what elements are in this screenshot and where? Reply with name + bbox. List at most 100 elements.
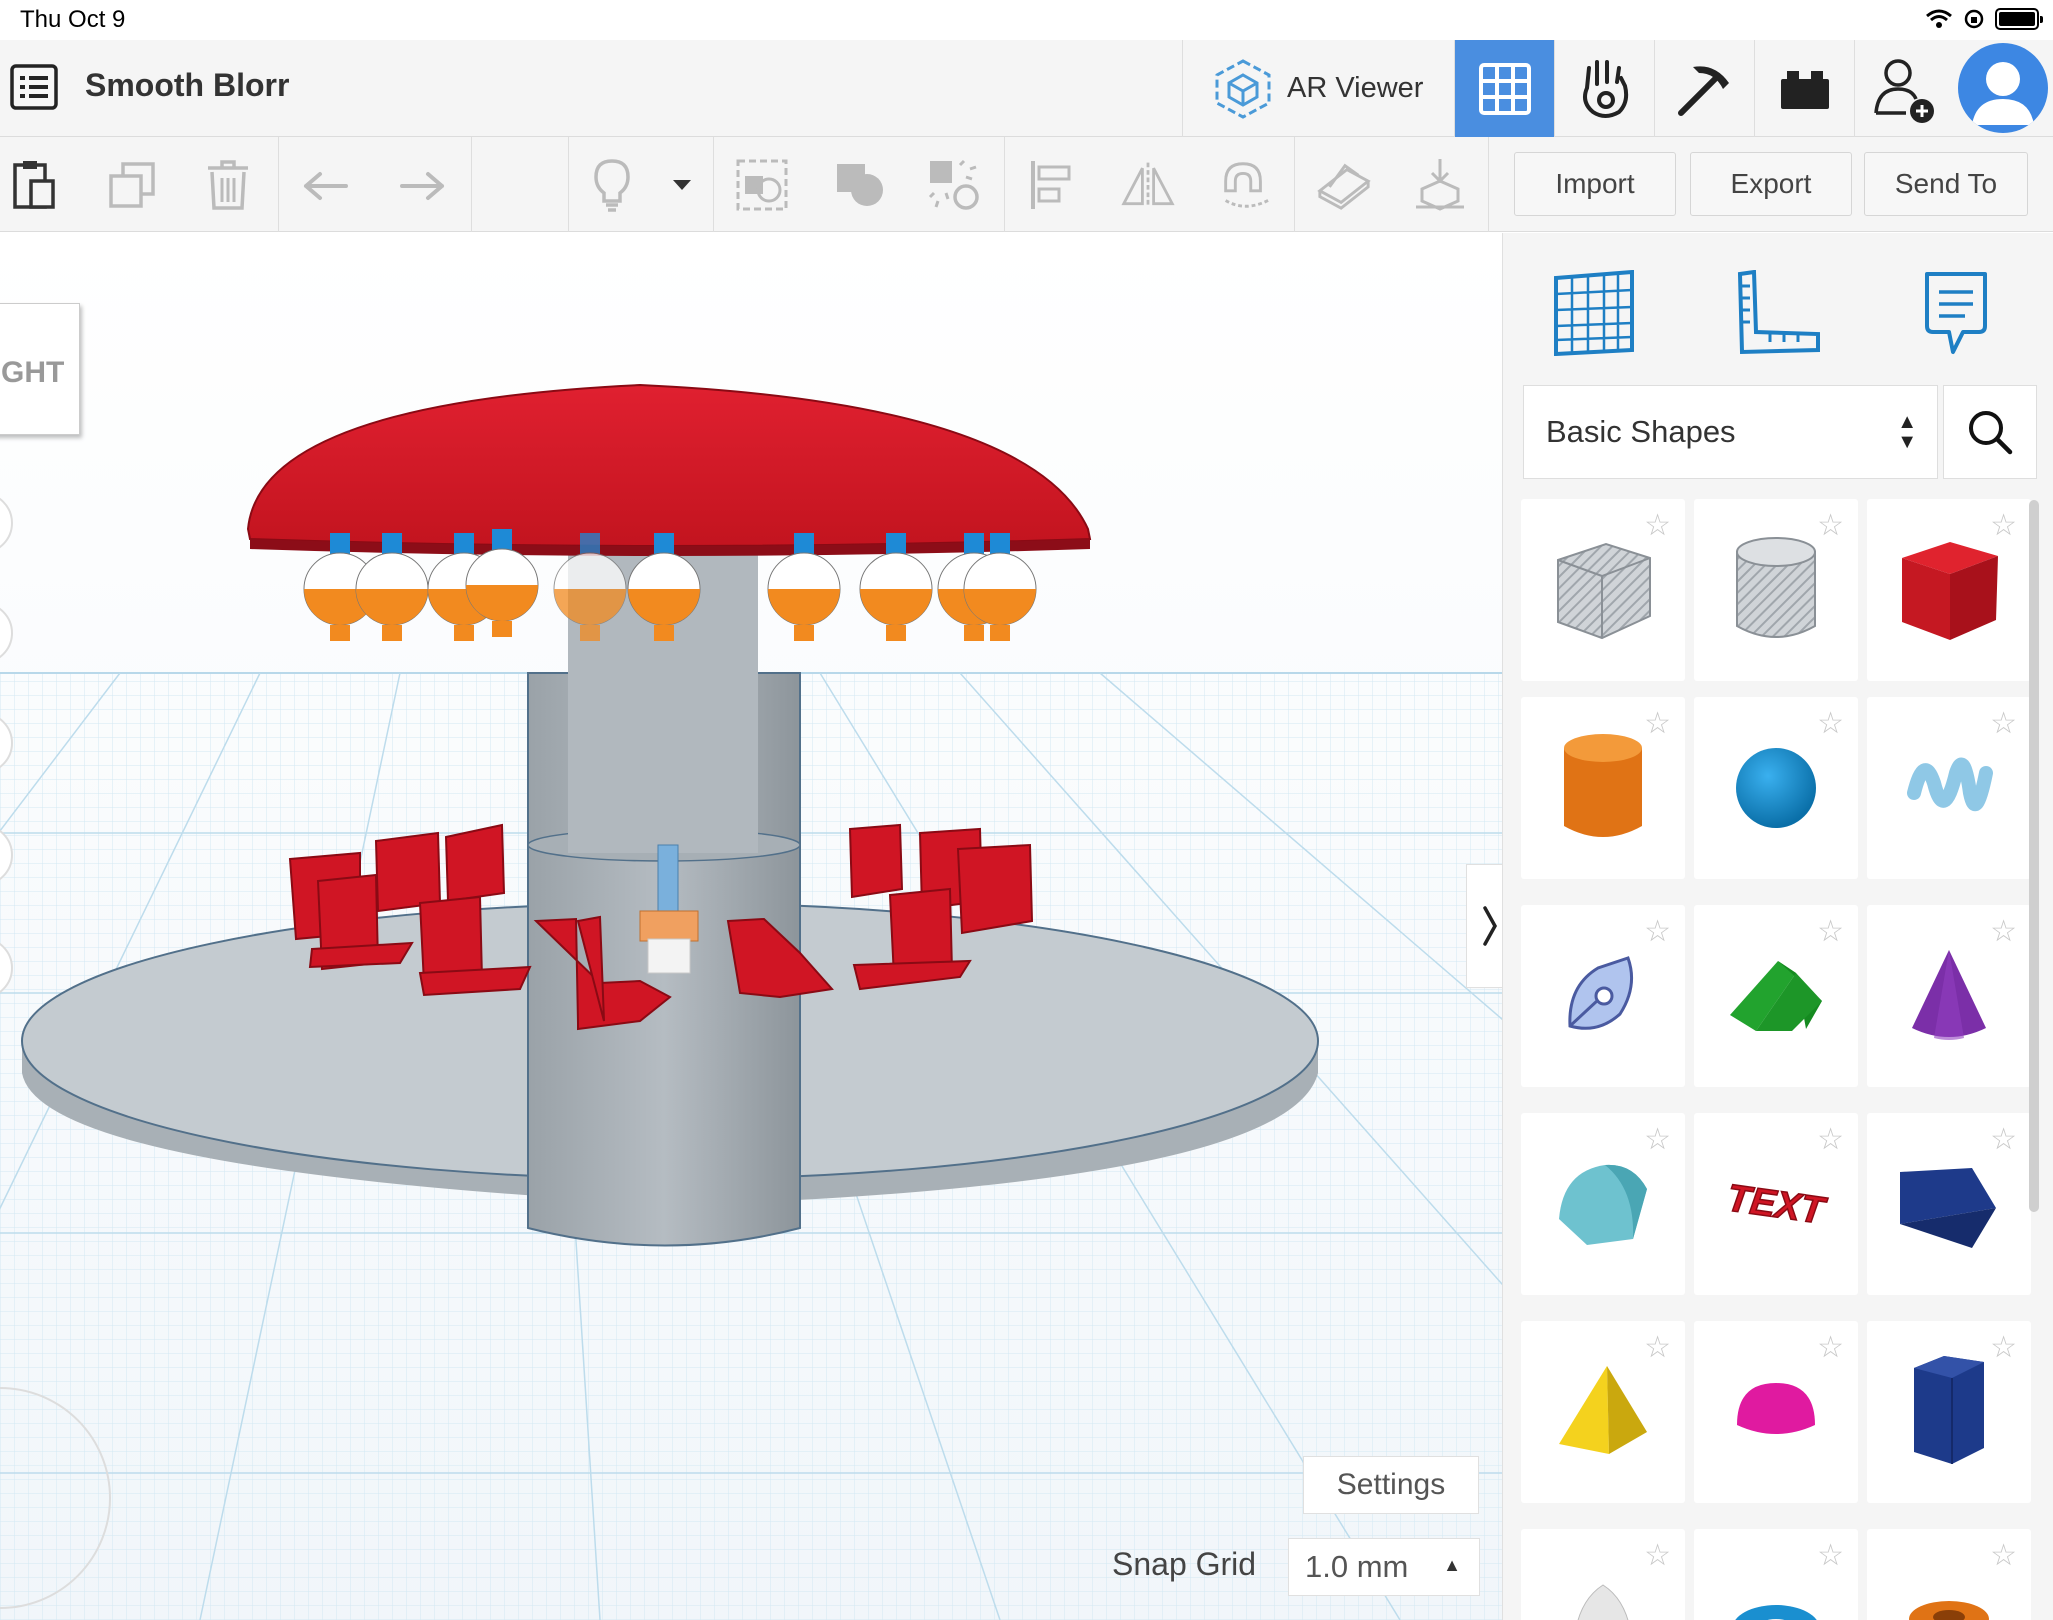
undo-button[interactable] — [298, 157, 354, 213]
favorite-star-icon[interactable]: ☆ — [1990, 917, 2017, 947]
redo-button[interactable] — [394, 157, 450, 213]
send-to-button[interactable]: Send To — [1864, 152, 2028, 216]
torus-icon — [1735, 1605, 1817, 1620]
ruler-tool-button[interactable] — [1723, 258, 1833, 368]
snap-button[interactable] — [1216, 157, 1272, 213]
show-all-button[interactable] — [584, 157, 640, 213]
shape-library-value: Basic Shapes — [1546, 414, 1736, 449]
shape-tile-shape-generator[interactable]: ☆ — [1521, 905, 1685, 1087]
shape-tile-torus[interactable]: ☆ — [1694, 1529, 1858, 1620]
favorite-star-icon[interactable]: ☆ — [1644, 917, 1671, 947]
delete-button[interactable] — [200, 157, 256, 213]
scene — [0, 233, 1502, 1620]
shape-panel-scrollbar[interactable] — [2029, 500, 2039, 1212]
mirror-button[interactable] — [1120, 157, 1176, 213]
shape-tile-box[interactable]: ☆ — [1867, 499, 2031, 681]
lego-bricks-view-button[interactable] — [1754, 40, 1854, 137]
shape-tile-scribble[interactable]: ☆ — [1867, 697, 2031, 879]
shape-tile-pyramid[interactable]: ☆ — [1521, 1321, 1685, 1503]
half-sphere-icon — [1737, 1383, 1815, 1434]
polygon-icon — [1914, 1356, 1984, 1464]
export-button[interactable]: Export — [1690, 152, 1852, 216]
search-icon — [1969, 411, 2013, 455]
scribble-icon — [1907, 757, 1993, 812]
shape-tile-wedge[interactable]: ☆ — [1867, 1113, 2031, 1295]
shape-tile-sphere[interactable]: ☆ — [1694, 697, 1858, 879]
shape-search-button[interactable] — [1943, 385, 2037, 479]
status-bar: Thu Oct 9 — [0, 0, 2053, 40]
shape-tile-round-roof[interactable]: ☆ — [1521, 1113, 1685, 1295]
box-hole-icon — [1557, 542, 1651, 640]
view-cube-label: GHT — [1, 356, 65, 389]
shape-tile-box-hole[interactable]: ☆ — [1521, 499, 1685, 681]
ruler-drop-button[interactable] — [1412, 157, 1468, 213]
shape-tile-paraboloid[interactable]: ☆ — [1521, 1529, 1685, 1620]
workplane-tool-button[interactable] — [1539, 258, 1649, 368]
duplicate-button[interactable] — [104, 157, 160, 213]
favorite-star-icon[interactable]: ☆ — [1644, 1333, 1671, 1363]
ar-viewer-button[interactable]: AR Viewer — [1182, 40, 1454, 137]
favorite-star-icon[interactable]: ☆ — [1990, 1125, 2017, 1155]
favorite-star-icon[interactable]: ☆ — [1644, 1541, 1671, 1571]
snap-grid-label: Snap Grid — [1112, 1546, 1257, 1582]
shape-library-select[interactable]: Basic Shapes ▲ ▼ — [1523, 385, 1938, 479]
top-bar: Smooth Blorr AR Viewer — [0, 40, 2053, 137]
invite-collaborator-button[interactable] — [1854, 40, 1954, 137]
shape-tile-cylinder[interactable]: ☆ — [1521, 697, 1685, 879]
settings-button[interactable]: Settings — [1303, 1456, 1479, 1514]
blocks-view-button[interactable] — [1554, 40, 1654, 137]
group-button[interactable] — [734, 157, 790, 213]
snap-grid-select[interactable]: 1.0 mm ▲ — [1288, 1538, 1480, 1596]
align-button[interactable] — [1024, 157, 1080, 213]
toolbar-separator — [1294, 137, 1295, 232]
shape-tile-polygon[interactable]: ☆ — [1867, 1321, 2031, 1503]
shape-burst-icon — [928, 159, 979, 210]
workplane-button[interactable] — [1316, 157, 1372, 213]
pen-tool-icon — [1568, 956, 1634, 1030]
shape-generator-button[interactable] — [926, 157, 982, 213]
box-icon — [1902, 542, 1998, 640]
status-time: Thu Oct 9 — [20, 6, 126, 33]
toolbar-separator — [713, 137, 714, 232]
notes-tool-button[interactable] — [1901, 258, 2011, 368]
magnet-icon — [1224, 162, 1269, 208]
shape-tile-cylinder-hole[interactable]: ☆ — [1694, 499, 1858, 681]
shape-tile-text[interactable]: TEXT ☆ — [1694, 1113, 1858, 1295]
design-title[interactable]: Smooth Blorr — [85, 67, 289, 104]
favorite-star-icon[interactable]: ☆ — [1990, 1541, 2017, 1571]
ungroup-button[interactable] — [832, 157, 888, 213]
shape-tile-cone[interactable]: ☆ — [1867, 905, 2031, 1087]
favorite-star-icon[interactable]: ☆ — [1990, 709, 2017, 739]
bricks-view-button[interactable] — [1654, 40, 1754, 137]
favorite-star-icon[interactable]: ☆ — [1644, 709, 1671, 739]
edit-toolbar: Import Export Send To — [0, 137, 2053, 232]
visibility-dropdown-button[interactable] — [654, 157, 710, 213]
tube-icon — [1909, 1601, 1989, 1620]
workplane-canvas[interactable]: GHT — [0, 233, 1502, 1620]
favorite-star-icon[interactable]: ☆ — [1644, 511, 1671, 541]
favorite-star-icon[interactable]: ☆ — [1644, 1125, 1671, 1155]
shape-tile-tube[interactable]: ☆ — [1867, 1529, 2031, 1620]
favorite-star-icon[interactable]: ☆ — [1817, 917, 1844, 947]
view-cube[interactable]: GHT — [0, 303, 80, 435]
pyramid-icon — [1559, 1366, 1647, 1454]
user-avatar[interactable] — [1958, 43, 2048, 133]
3d-design-view-button[interactable] — [1454, 40, 1554, 137]
favorite-star-icon[interactable]: ☆ — [1817, 511, 1844, 541]
import-button[interactable]: Import — [1514, 152, 1676, 216]
ungroup-icon — [837, 164, 883, 206]
paste-button[interactable] — [6, 157, 62, 213]
orientation-lock-icon — [1964, 9, 1984, 29]
favorite-star-icon[interactable]: ☆ — [1817, 1333, 1844, 1363]
favorite-star-icon[interactable]: ☆ — [1817, 709, 1844, 739]
favorite-star-icon[interactable]: ☆ — [1990, 511, 2017, 541]
shape-tile-roof[interactable]: ☆ — [1694, 905, 1858, 1087]
shape-tile-half-sphere[interactable]: ☆ — [1694, 1321, 1858, 1503]
design-menu-button[interactable] — [10, 64, 58, 110]
favorite-star-icon[interactable]: ☆ — [1817, 1125, 1844, 1155]
toolbar-separator — [1488, 137, 1489, 232]
favorite-star-icon[interactable]: ☆ — [1990, 1333, 2017, 1363]
mirror-icon — [1121, 162, 1175, 208]
trash-icon — [208, 160, 248, 210]
favorite-star-icon[interactable]: ☆ — [1817, 1541, 1844, 1571]
